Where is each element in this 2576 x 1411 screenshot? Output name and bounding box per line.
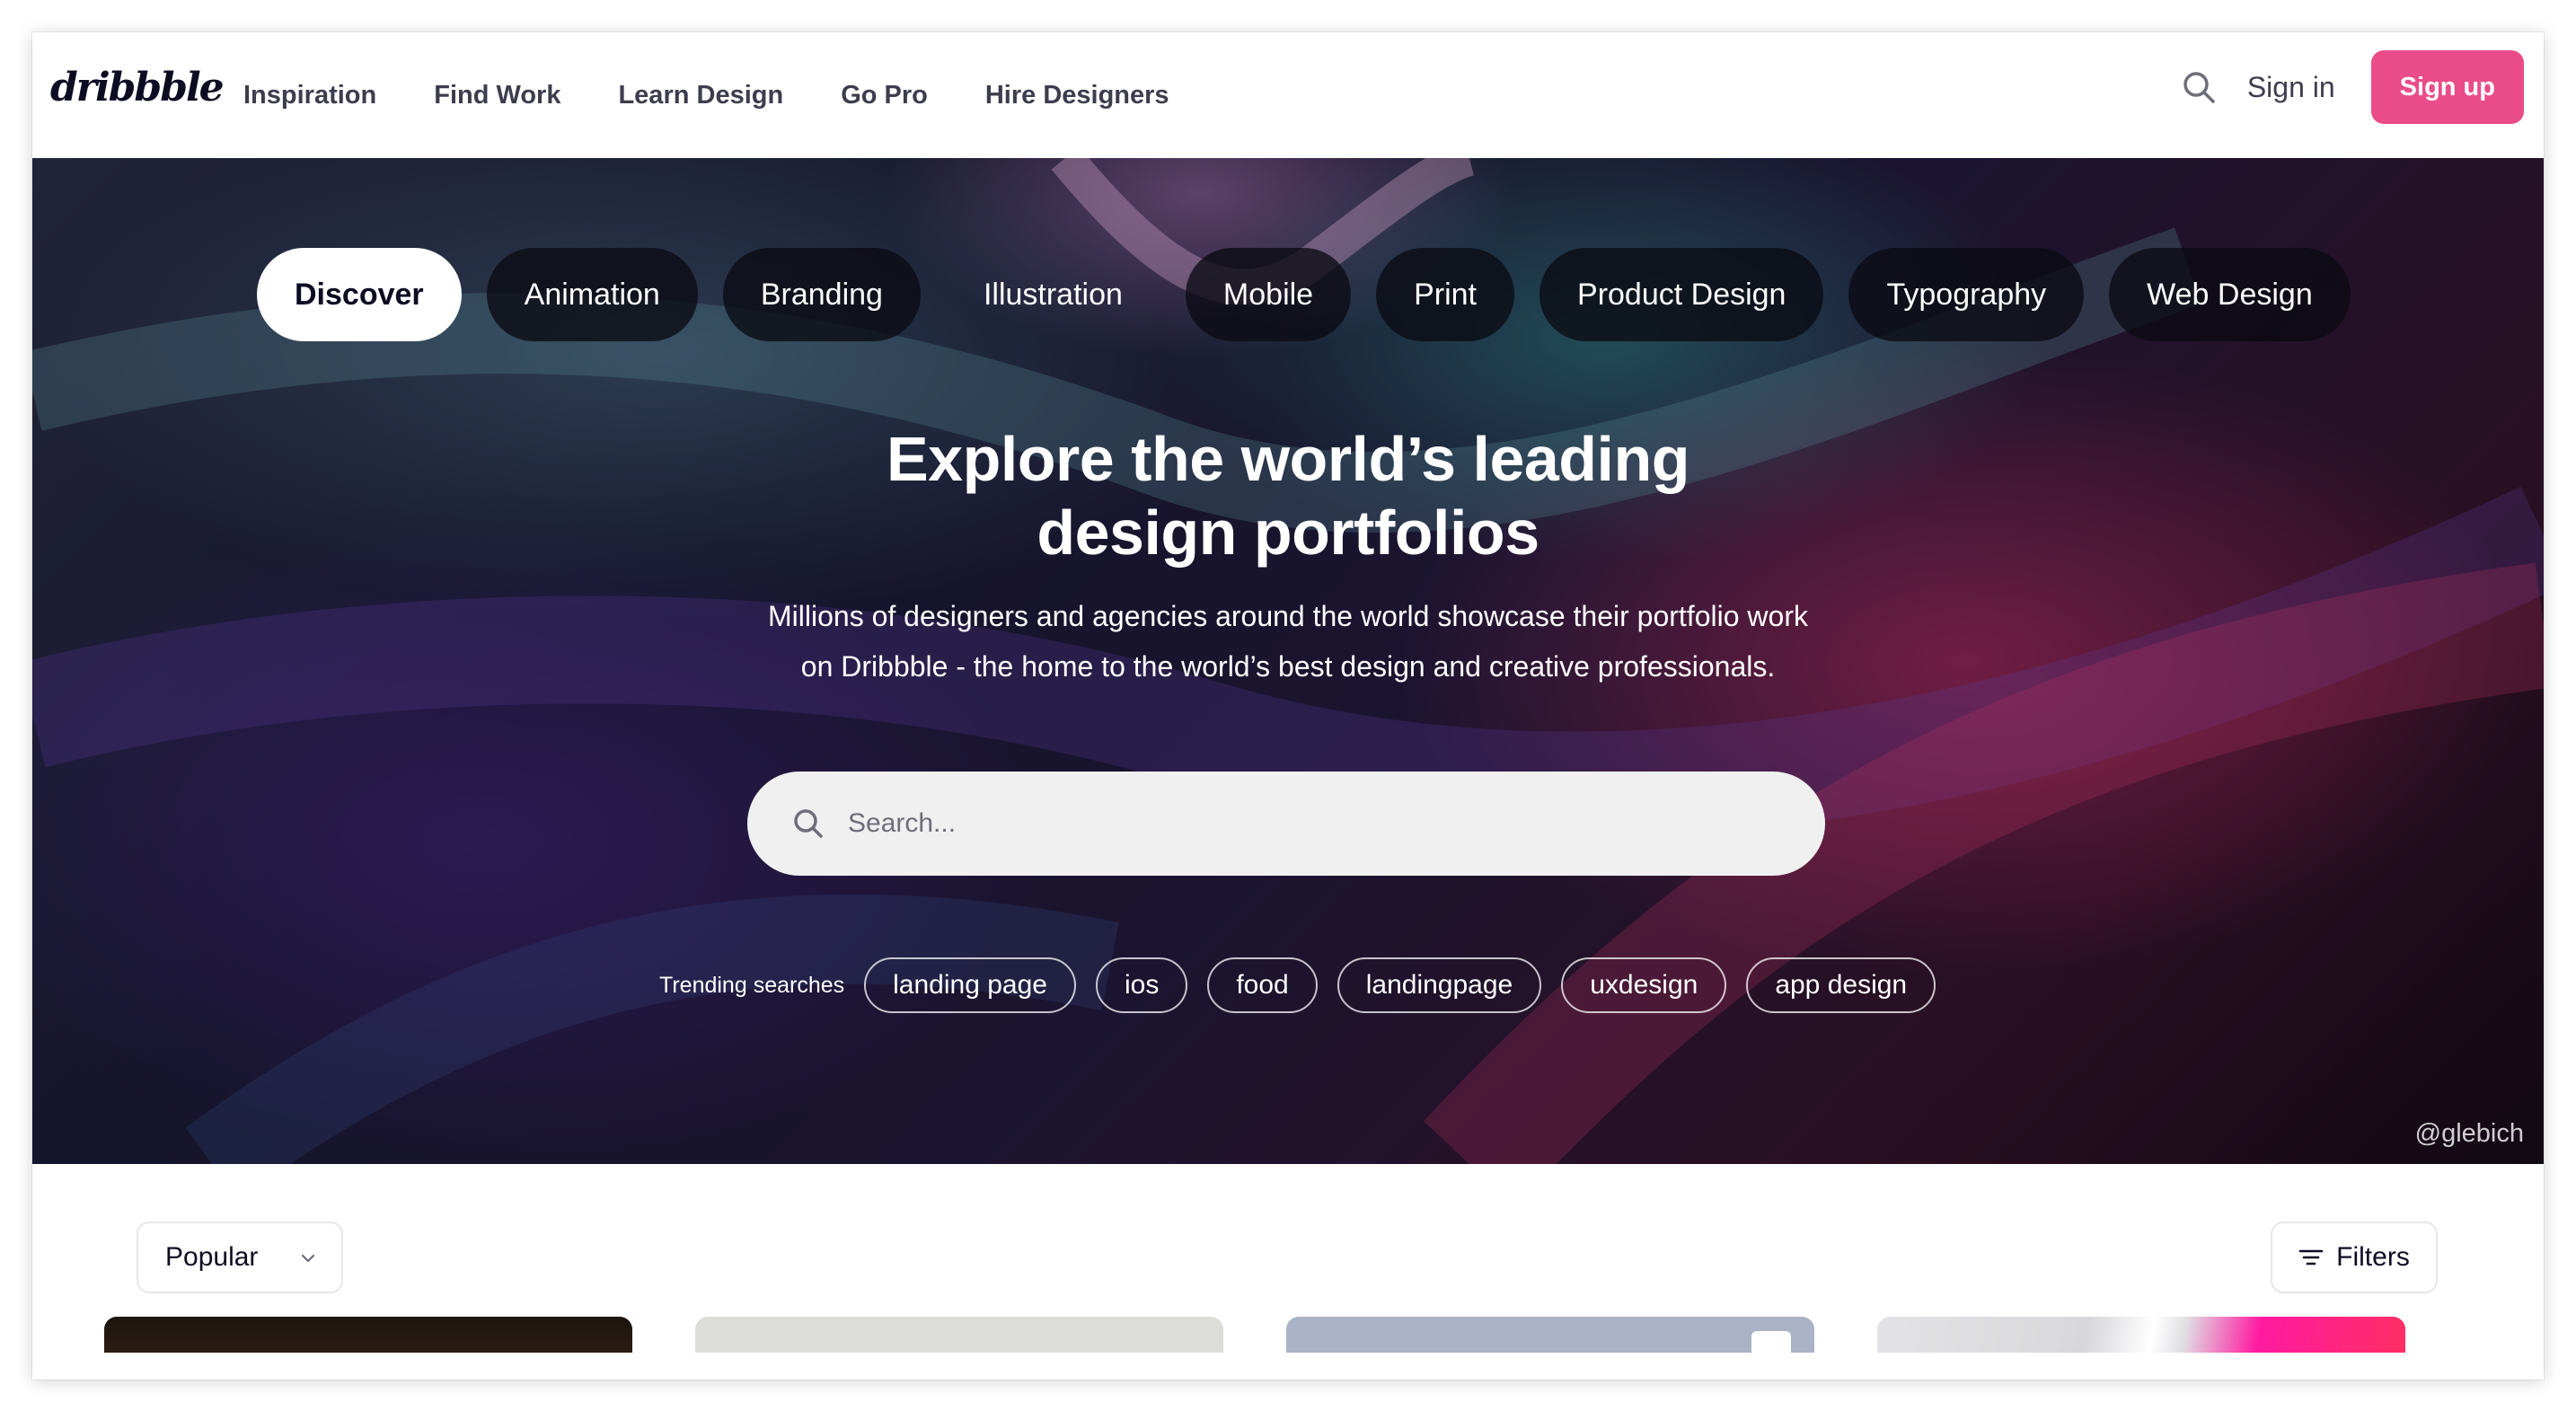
shot-thumbnail[interactable] (104, 1317, 632, 1353)
sort-dropdown[interactable]: Popular (137, 1221, 343, 1293)
sign-in-link[interactable]: Sign in (2247, 71, 2335, 104)
trending-tag[interactable]: landingpage (1337, 957, 1542, 1013)
header-actions: Sign in Sign up (2177, 50, 2524, 124)
site-header: dribbble Inspiration Find Work Learn Des… (32, 32, 2544, 158)
hero-subtitle-line2: on Dribbble - the home to the world’s be… (800, 650, 1776, 683)
sign-up-button[interactable]: Sign up (2370, 50, 2524, 124)
search-icon (794, 809, 823, 838)
shot-thumbnail[interactable] (695, 1317, 1223, 1353)
category-mobile[interactable]: Mobile (1185, 248, 1352, 341)
category-pills: Discover Animation Branding Illustration… (257, 248, 2351, 341)
category-discover[interactable]: Discover (257, 248, 462, 341)
dribbble-logo[interactable]: dribbble (50, 61, 225, 115)
artwork-credit[interactable]: @glebich (2415, 1119, 2524, 1149)
trending-tag[interactable]: uxdesign (1561, 957, 1727, 1013)
filters-label: Filters (2336, 1242, 2410, 1272)
category-product-design[interactable]: Product Design (1539, 248, 1824, 341)
hero-subtitle-line1: Millions of designers and agencies aroun… (768, 600, 1808, 632)
nav-find-work[interactable]: Find Work (434, 81, 560, 110)
nav-hire-designers[interactable]: Hire Designers (985, 81, 1169, 110)
category-web-design[interactable]: Web Design (2109, 248, 2351, 341)
main-nav: Inspiration Find Work Learn Design Go Pr… (243, 32, 1227, 158)
category-illustration[interactable]: Illustration (946, 248, 1160, 341)
nav-learn-design[interactable]: Learn Design (618, 81, 783, 110)
search-icon[interactable] (2177, 66, 2220, 109)
trending-label: Trending searches (659, 972, 845, 998)
hero-search-bar[interactable] (747, 772, 1825, 876)
category-animation[interactable]: Animation (486, 248, 698, 341)
filter-icon (2298, 1249, 2324, 1265)
category-print[interactable]: Print (1376, 248, 1515, 341)
shot-grid (104, 1317, 2407, 1353)
logo-wordmark: dribbble (50, 65, 225, 110)
shot-thumbnail[interactable] (1877, 1317, 2405, 1353)
trending-tag[interactable]: app design (1746, 957, 1936, 1013)
trending-tag[interactable]: food (1207, 957, 1318, 1013)
chevron-down-icon (301, 1254, 315, 1263)
trending-tag[interactable]: ios (1095, 957, 1188, 1013)
search-input[interactable] (848, 808, 1746, 839)
trending-tag[interactable]: landing page (864, 957, 1076, 1013)
nav-inspiration[interactable]: Inspiration (243, 81, 376, 110)
sort-dropdown-label: Popular (165, 1242, 259, 1272)
trending-searches: Trending searches landing page ios food … (659, 957, 1955, 1013)
shot-thumbnail[interactable] (1286, 1317, 1814, 1353)
nav-go-pro[interactable]: Go Pro (841, 81, 928, 110)
hero-title-line1: Explore the world’s leading (886, 424, 1690, 494)
hero-title: Explore the world’s leading design portf… (32, 422, 2544, 569)
filters-button[interactable]: Filters (2271, 1221, 2438, 1293)
shot-badge-icon (1751, 1331, 1791, 1353)
hero-section: Discover Animation Branding Illustration… (32, 158, 2544, 1164)
category-branding[interactable]: Branding (722, 248, 921, 341)
hero-title-line2: design portfolios (1037, 498, 1539, 568)
category-typography[interactable]: Typography (1848, 248, 2085, 341)
hero-subtitle: Millions of designers and agencies aroun… (32, 591, 2544, 692)
browser-window: dribbble Inspiration Find Work Learn Des… (32, 32, 2544, 1380)
